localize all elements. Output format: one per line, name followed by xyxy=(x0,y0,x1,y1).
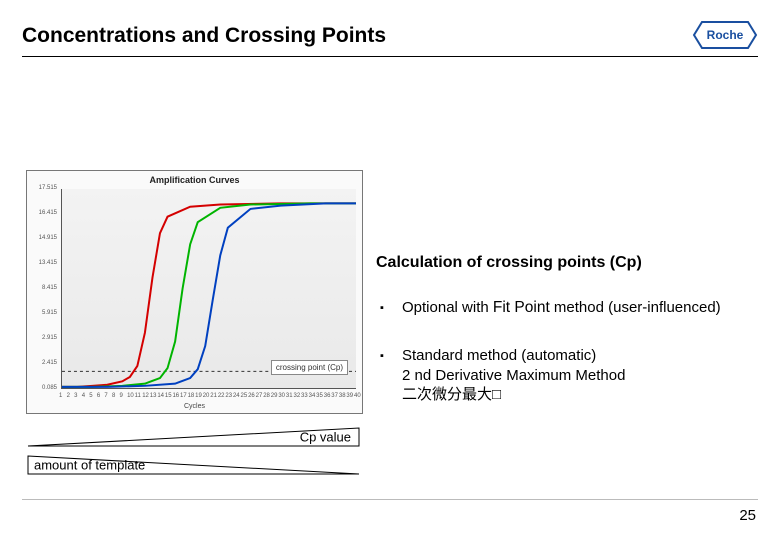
cp-value-label: Cp value xyxy=(300,430,351,445)
amplification-chart: Amplification Curves Fluorescence (465-5… xyxy=(26,170,361,414)
cp-value-wedge: Cp value xyxy=(26,426,361,448)
bullet-text: method (user-influenced) xyxy=(550,299,721,316)
page-title: Concentrations and Crossing Points xyxy=(22,24,386,48)
svg-text:Roche: Roche xyxy=(707,28,744,42)
template-amount-wedge: amount of template xyxy=(26,454,361,476)
chart-legend: crossing point (Cp) xyxy=(271,360,348,375)
chart-xlabel: Cycles xyxy=(27,403,362,410)
template-amount-label: amount of template xyxy=(34,458,145,473)
chart-title: Amplification Curves xyxy=(27,175,362,185)
bullet-text: Optional with xyxy=(402,299,493,316)
bullet-text: Standard method (automatic) xyxy=(402,347,596,364)
bullet-second-derivative: Standard method (automatic) 2 nd Derivat… xyxy=(376,346,756,405)
bullet-text: 2 nd Derivative Maximum Method xyxy=(402,367,625,384)
bullet-fit-point: Optional with Fit Point method (user-inf… xyxy=(376,298,756,318)
header-rule xyxy=(22,56,758,57)
bullet-text: 二次微分最大□ xyxy=(402,386,501,403)
fit-point-emphasis: Fit Point xyxy=(493,299,550,316)
footer-rule xyxy=(22,499,758,500)
section-subtitle: Calculation of crossing points (Cp) xyxy=(376,254,756,272)
cp-template-diagram: Cp value amount of template xyxy=(26,420,361,476)
page-number: 25 xyxy=(739,507,756,524)
roche-logo: Roche xyxy=(692,20,758,55)
